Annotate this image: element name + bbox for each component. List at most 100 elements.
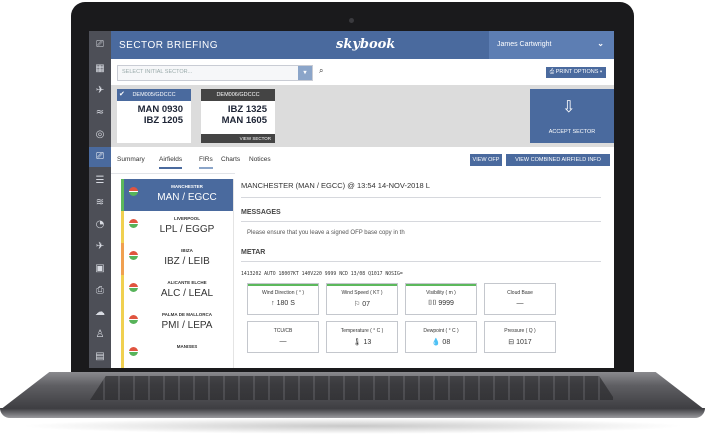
dropdown-arrow-icon[interactable]: ▾ (298, 66, 312, 80)
airfield-item[interactable]: PALMA DE MALLORCA PMI / LEPA (121, 307, 233, 340)
clipboard-icon[interactable]: ⎙ (89, 281, 111, 301)
airfield-name: IBIZA (181, 248, 193, 253)
sector-arrival: MAN 1605 (221, 115, 267, 126)
sector-arrival: IBZ 1205 (143, 115, 183, 126)
box-label: Pressure ( Q ) (504, 328, 536, 334)
briefing-icon[interactable]: ⎚ (89, 147, 111, 167)
airfield-item[interactable]: MANCHESTER MAN / EGCC (121, 179, 233, 212)
airfield-item[interactable]: ALICANTE ELCHE ALC / LEAL (121, 275, 233, 308)
accept-sector-button[interactable]: ⇩ ACCEPT SECTOR (530, 89, 614, 143)
plane-out-icon[interactable]: ✈ (89, 237, 111, 257)
message-text: Please ensure that you leave a signed OF… (247, 230, 405, 236)
metar-heading: METAR (241, 249, 266, 256)
wind-speed-box: Wind Speed ( KT ) ⚐ 07 (326, 283, 398, 315)
airfield-code: LPL / EGGP (159, 224, 215, 235)
document-icon[interactable]: ▣ (89, 259, 111, 279)
airfield-name: MANISES (176, 344, 198, 349)
airplane-icon[interactable]: ✈ (89, 81, 111, 101)
divider (241, 197, 601, 198)
status-bar (121, 307, 124, 339)
status-bar (121, 339, 124, 368)
status-strip (406, 284, 476, 286)
view-sector-link[interactable]: VIEW SECTOR (240, 136, 271, 141)
dewpoint-box: Dewpoint ( ° C ) 💧 08 (405, 321, 477, 353)
view-combined-airfield-info-button[interactable]: VIEW COMBINED AIRFIELD INFO (506, 154, 610, 166)
airfield-code: PMI / LEPA (161, 320, 213, 331)
airfield-name: MANCHESTER (171, 184, 203, 189)
menu-icon[interactable]: ⎚ (89, 35, 111, 55)
initial-sector-select[interactable]: SELECT INITIAL SECTOR... ▾ (117, 65, 313, 81)
airfield-detail: MANCHESTER (MAN / EGCC) @ 13:54 14-NOV-2… (235, 173, 614, 368)
status-indicator-icon (129, 315, 138, 324)
status-indicator-icon (129, 187, 138, 196)
list-icon[interactable]: ☰ (89, 171, 111, 191)
status-indicator-icon (129, 251, 138, 260)
box-value: — (279, 338, 287, 345)
pressure-box: Pressure ( Q ) ⊟ 1017 (484, 321, 556, 353)
tab-firs[interactable]: FIRs (199, 156, 213, 169)
keyboard (90, 376, 615, 400)
status-strip (248, 284, 318, 286)
user-menu[interactable]: James Cartwright ⌄ (489, 31, 614, 59)
metar-text: 1413202 AUTO 18007KT 140V220 9999 NCD 13… (241, 272, 403, 277)
tab-summary[interactable]: Summary (117, 156, 145, 163)
sector-card-header: DEM006/GDCCC (201, 89, 275, 101)
print-options-button[interactable]: ⎙ PRINT OPTIONS ▾ (546, 67, 606, 78)
tcu-cb-box: TCU/CB — (247, 321, 319, 353)
chevron-down-icon: ⌄ (597, 39, 604, 48)
grid-icon[interactable]: ▦ (89, 59, 111, 79)
weather-icon[interactable]: ≈ (89, 103, 111, 123)
sector-card[interactable]: DEM005/GDCCC ✔ MAN 0930 IBZ 1205 (117, 89, 191, 143)
status-bar (121, 211, 124, 243)
sector-departure: IBZ 1325 (227, 104, 267, 115)
temperature-box: Temperature ( ° C ) 🌡 13 (326, 321, 398, 353)
status-indicator-icon (129, 283, 138, 292)
airfield-name: PALMA DE MALLORCA (162, 312, 212, 317)
tab-charts[interactable]: Charts (221, 156, 240, 163)
airfield-item[interactable]: LIVERPOOL LPL / EGGP (121, 211, 233, 244)
status-indicator-icon (129, 347, 138, 356)
sector-card[interactable]: DEM006/GDCCC IBZ 1325 MAN 1605 VIEW SECT… (201, 89, 275, 143)
airfield-heading: MANCHESTER (MAN / EGCC) @ 13:54 14-NOV-2… (241, 181, 430, 190)
laptop-front-edge (0, 408, 705, 418)
file-icon[interactable]: ▤ (89, 347, 111, 367)
status-indicator-icon (129, 219, 138, 228)
webcam (349, 18, 354, 23)
airfield-code: ALC / LEAL (160, 288, 214, 299)
airfield-list: MANCHESTER MAN / EGCC LIVERPOOL LPL / EG… (121, 179, 234, 368)
check-icon: ✔ (119, 90, 125, 98)
search-icon[interactable]: ⌕ (319, 66, 323, 76)
cloud-icon[interactable]: ☁ (89, 303, 111, 323)
status-strip (327, 284, 397, 286)
airfield-name: LIVERPOOL (173, 216, 200, 221)
box-value: ↑ 180 S (271, 300, 295, 307)
box-value: ⚐ 07 (353, 301, 370, 308)
box-value: ⊟ 1017 (508, 339, 532, 346)
wind-direction-box: Wind Direction ( ° ) ↑ 180 S (247, 283, 319, 315)
airfield-item[interactable]: MANISES (121, 339, 233, 368)
user-icon[interactable]: ♙ (89, 325, 111, 345)
status-bar (121, 275, 124, 307)
box-label: Visibility ( m ) (426, 290, 456, 296)
clock-icon[interactable]: ◔ (89, 215, 111, 235)
airfield-item[interactable]: IBIZA IBZ / LEIB (121, 243, 233, 276)
select-placeholder: SELECT INITIAL SECTOR... (122, 69, 193, 75)
tab-airfields[interactable]: Airfields (159, 156, 183, 169)
box-label: Cloud Base (507, 290, 533, 296)
airfield-code: MAN / EGCC (157, 192, 217, 203)
visibility-box: Visibility ( m ) ⌷⌷ 9999 (405, 283, 477, 315)
airfield-code: IBZ / LEIB (164, 256, 210, 267)
download-icon: ⇩ (562, 97, 576, 116)
sector-select-row: SELECT INITIAL SECTOR... ▾ ⌕ ⎙ PRINT OPT… (111, 59, 614, 85)
box-value: ⌷⌷ 9999 (428, 300, 454, 307)
top-bar: SECTOR BRIEFING skybook James Cartwright… (111, 31, 614, 59)
view-ofp-button[interactable]: VIEW OFP (470, 154, 502, 166)
gauge-icon[interactable]: ◎ (89, 125, 111, 145)
box-value: — (516, 300, 524, 307)
box-label: Temperature ( ° C ) (340, 328, 384, 334)
status-bar (121, 243, 124, 275)
wind-icon[interactable]: ≋ (89, 193, 111, 213)
sector-card-header: DEM005/GDCCC (117, 89, 191, 101)
box-label: Wind Direction ( ° ) (261, 290, 304, 296)
tab-notices[interactable]: Notices (249, 156, 271, 163)
